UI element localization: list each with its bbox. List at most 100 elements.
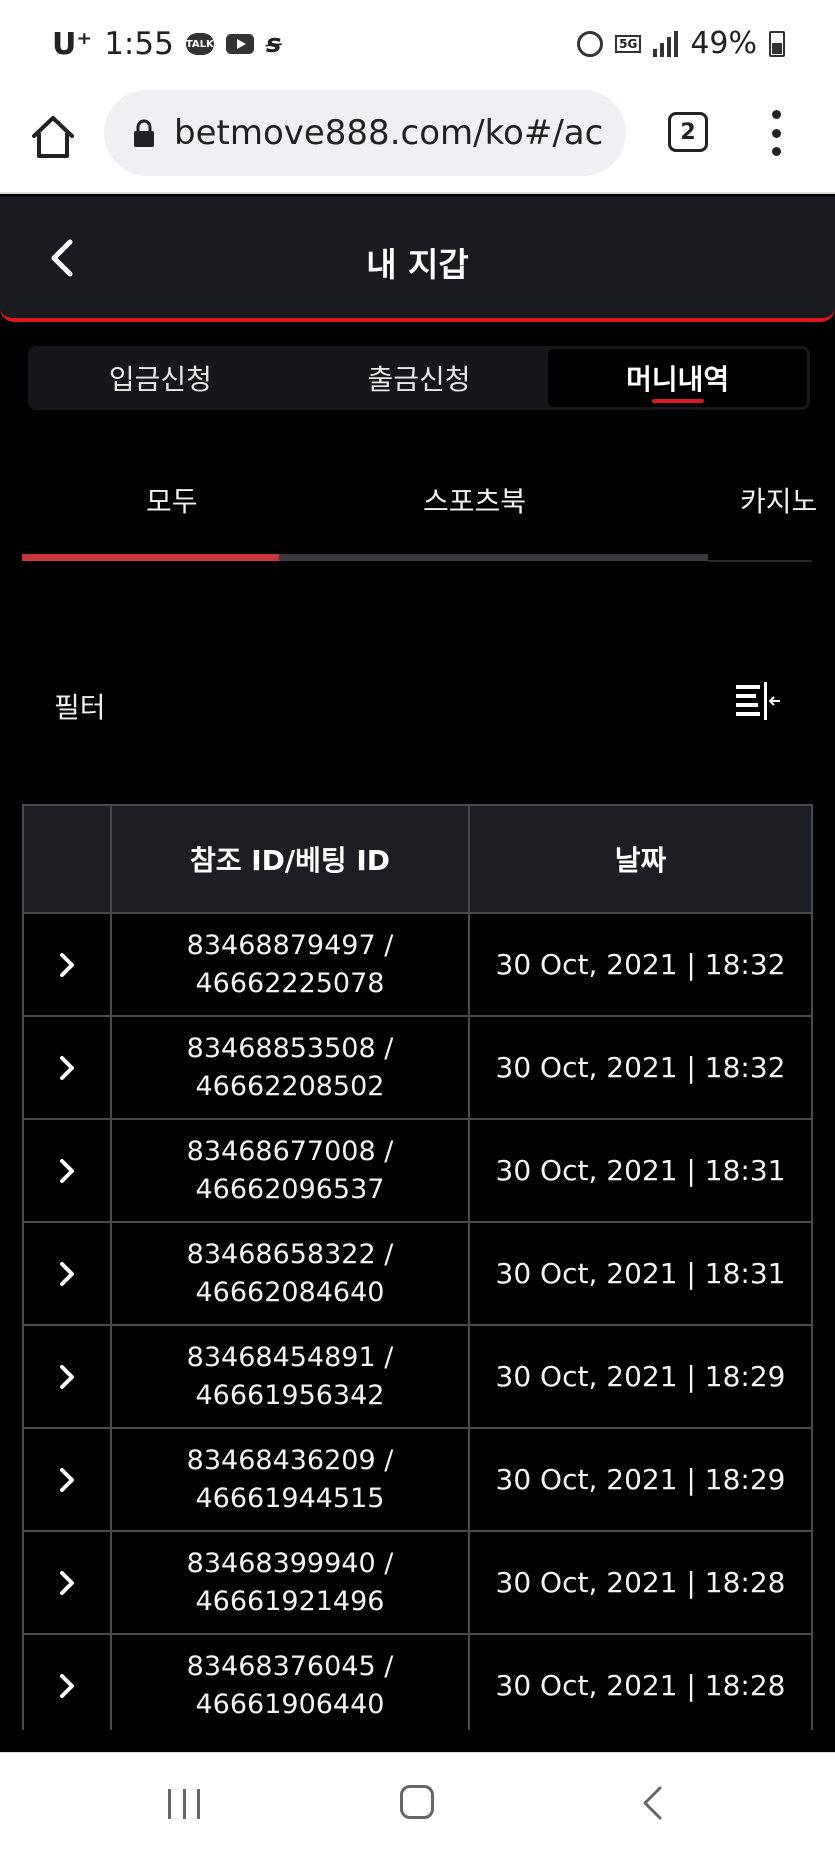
- status-right: 5G 49%: [577, 26, 785, 61]
- ref-id-text: 83468658322 / 46662084640: [187, 1236, 394, 1312]
- bet-id: 46662096537: [195, 1173, 385, 1205]
- date-cell: 30 Oct, 2021 | 18:29: [470, 1429, 813, 1530]
- expand-cell[interactable]: [24, 1635, 112, 1736]
- signal-icon: [653, 30, 679, 57]
- ref-id: 83468853508 /: [186, 1032, 394, 1064]
- tab-money-history[interactable]: 머니내역: [548, 349, 808, 407]
- ref-id-cell: 83468376045 / 46661906440: [112, 1635, 470, 1736]
- chevron-right-icon[interactable]: [58, 951, 76, 979]
- tab-switcher-button[interactable]: 2: [668, 112, 708, 152]
- category-track-tail: [708, 560, 812, 562]
- chevron-right-icon[interactable]: [58, 1157, 76, 1185]
- date-cell: 30 Oct, 2021 | 18:31: [470, 1120, 813, 1221]
- bet-id: 46661906440: [195, 1688, 385, 1720]
- status-bar: U⁺ 1:55 TALK ꞩ 5G 49%: [0, 0, 835, 90]
- category-tab-sportsbook[interactable]: 스포츠북: [423, 480, 526, 520]
- tab-deposit-request[interactable]: 입금신청: [31, 349, 290, 407]
- date-cell: 30 Oct, 2021 | 18:31: [470, 1223, 813, 1324]
- tab-withdraw-request[interactable]: 출금신청: [290, 349, 549, 407]
- battery-percent: 49%: [690, 26, 757, 61]
- expand-cell[interactable]: [24, 1223, 112, 1324]
- category-tabs: 모두 스포츠북 카지노: [0, 460, 835, 540]
- battery-icon: [769, 30, 785, 57]
- category-scrollbar[interactable]: [22, 554, 708, 561]
- chevron-right-icon[interactable]: [58, 1466, 76, 1494]
- bet-id: 46661956342: [195, 1379, 385, 1411]
- tab-label: 입금신청: [108, 363, 212, 396]
- active-tab-indicator: [651, 399, 704, 403]
- bet-id: 46661944515: [195, 1482, 385, 1514]
- address-bar[interactable]: betmove888.com/ko#/acco: [104, 90, 626, 176]
- expand-cell[interactable]: [24, 914, 112, 1015]
- ref-id-cell: 83468658322 / 46662084640: [112, 1223, 470, 1324]
- table-row[interactable]: 83468436209 / 46661944515 30 Oct, 2021 | 1…: [24, 1429, 813, 1532]
- filter-toggle-icon[interactable]: [734, 682, 782, 722]
- url-text[interactable]: betmove888.com/ko#/acco: [174, 113, 604, 153]
- table-row[interactable]: 83468376045 / 46661906440 30 Oct, 2021 | 1…: [24, 1635, 813, 1738]
- ref-id-cell: 83468853508 / 46662208502: [112, 1017, 470, 1118]
- ref-id-cell: 83468454891 / 46661956342: [112, 1326, 470, 1427]
- chevron-right-icon[interactable]: [58, 1260, 76, 1288]
- ref-id: 83468436209 /: [186, 1444, 394, 1476]
- expand-cell[interactable]: [24, 1017, 112, 1118]
- home-button-icon[interactable]: [400, 1785, 434, 1819]
- ref-id: 83468658322 /: [186, 1238, 394, 1270]
- lock-icon: [134, 119, 154, 147]
- date-cell: 30 Oct, 2021 | 18:32: [470, 914, 813, 1015]
- ref-id-text: 83468436209 / 46661944515: [187, 1442, 394, 1518]
- home-icon[interactable]: [28, 112, 78, 162]
- table-row[interactable]: 83468853508 / 46662208502 30 Oct, 2021 | 1…: [24, 1017, 813, 1120]
- ref-id-cell: 83468436209 / 46661944515: [112, 1429, 470, 1530]
- expand-cell[interactable]: [24, 1429, 112, 1530]
- expand-cell[interactable]: [24, 1326, 112, 1427]
- header-expand: [24, 806, 112, 912]
- chevron-right-icon[interactable]: [58, 1569, 76, 1597]
- category-tab-casino[interactable]: 카지노: [740, 480, 817, 520]
- ref-id-text: 83468879497 / 46662225078: [187, 927, 394, 1003]
- ref-id: 83468376045 /: [186, 1650, 394, 1682]
- app-notification-icon: ꞩ: [265, 29, 282, 59]
- chevron-right-icon[interactable]: [58, 1672, 76, 1700]
- talk-notification-icon: TALK: [185, 33, 214, 55]
- chevron-right-icon[interactable]: [58, 1363, 76, 1391]
- ref-id: 83468677008 /: [186, 1135, 394, 1167]
- date-text: 30 Oct, 2021 | 18:28: [495, 1566, 786, 1599]
- category-tab-all[interactable]: 모두: [146, 480, 198, 520]
- alarm-icon: [577, 30, 604, 57]
- table-row[interactable]: 83468399940 / 46661921496 30 Oct, 2021 | 1…: [24, 1532, 813, 1635]
- ref-id-cell: 83468399940 / 46661921496: [112, 1532, 470, 1633]
- recent-apps-icon[interactable]: [168, 1789, 200, 1819]
- date-text: 30 Oct, 2021 | 18:32: [495, 1051, 786, 1084]
- table-row[interactable]: 83468677008 / 46662096537 30 Oct, 2021 | 1…: [24, 1120, 813, 1223]
- table-row[interactable]: 83468454891 / 46661956342 30 Oct, 2021 | 1…: [24, 1326, 813, 1429]
- ref-id-cell: 83468879497 / 46662225078: [112, 914, 470, 1015]
- app-header: 내 지갑: [0, 196, 835, 322]
- bet-id: 46662084640: [195, 1276, 385, 1308]
- bet-id: 46662225078: [195, 967, 385, 999]
- date-text: 30 Oct, 2021 | 18:28: [495, 1669, 786, 1702]
- table-row[interactable]: 83468879497 / 46662225078 30 Oct, 2021 | 1…: [24, 914, 813, 1017]
- money-history-table: 참조 ID/베팅 ID 날짜 83468879497 / 46662225078 3…: [22, 804, 813, 1738]
- header-date: 날짜: [470, 806, 813, 912]
- expand-cell[interactable]: [24, 1120, 112, 1221]
- browser-menu-icon[interactable]: [770, 110, 782, 156]
- ref-id-text: 83468677008 / 46662096537: [187, 1133, 394, 1209]
- table-row[interactable]: 83468658322 / 46662084640 30 Oct, 2021 | 1…: [24, 1223, 813, 1326]
- bet-id: 46661921496: [195, 1585, 385, 1617]
- back-nav-icon[interactable]: [640, 1785, 664, 1821]
- expand-cell[interactable]: [24, 1532, 112, 1633]
- table-header-row: 참조 ID/베팅 ID 날짜: [24, 806, 813, 914]
- ref-id: 83468399940 /: [186, 1547, 394, 1579]
- tab-label: 머니내역: [626, 363, 730, 396]
- date-cell: 30 Oct, 2021 | 18:28: [470, 1635, 813, 1736]
- ref-id-text: 83468399940 / 46661921496: [187, 1545, 394, 1621]
- chevron-right-icon[interactable]: [58, 1054, 76, 1082]
- date-cell: 30 Oct, 2021 | 18:32: [470, 1017, 813, 1118]
- header-ref-id: 참조 ID/베팅 ID: [112, 806, 470, 912]
- status-left: U⁺ 1:55 TALK ꞩ: [52, 26, 281, 62]
- clock: 1:55: [104, 26, 174, 62]
- network-5g-icon: 5G: [615, 34, 642, 53]
- ref-id: 83468454891 /: [186, 1341, 394, 1373]
- date-text: 30 Oct, 2021 | 18:31: [495, 1257, 786, 1290]
- date-text: 30 Oct, 2021 | 18:29: [495, 1463, 786, 1496]
